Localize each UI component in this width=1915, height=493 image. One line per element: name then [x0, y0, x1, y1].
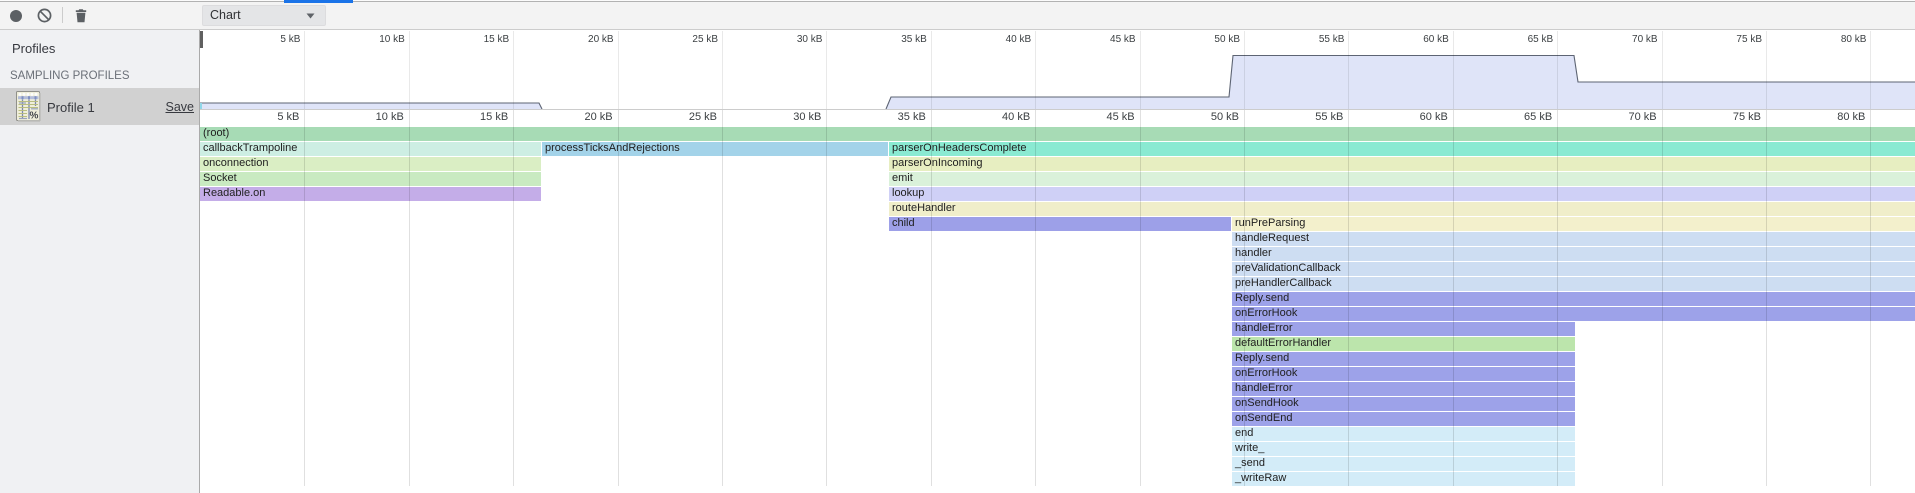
svg-text:%: % [30, 111, 39, 122]
